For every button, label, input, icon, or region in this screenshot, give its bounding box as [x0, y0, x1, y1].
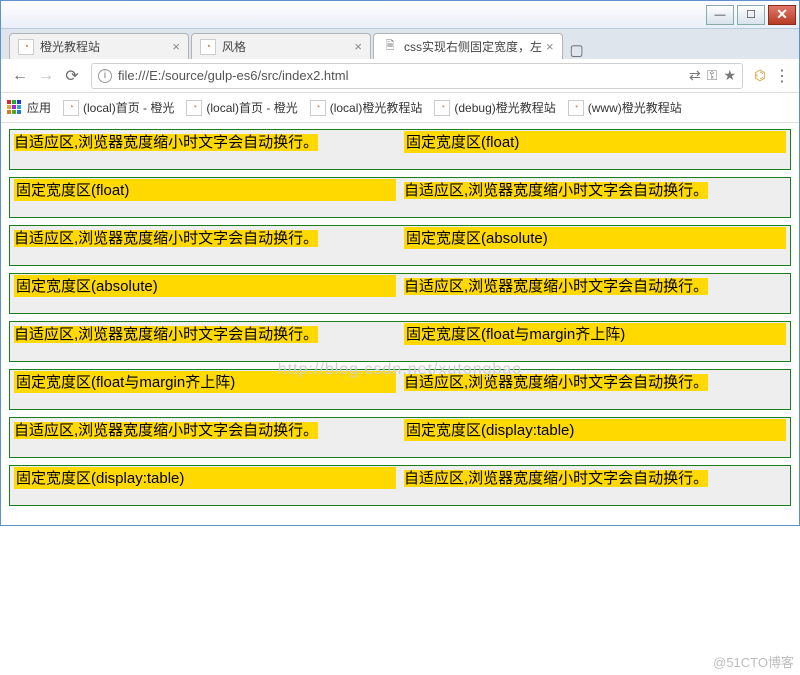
corner-watermark: @51CTO博客	[713, 652, 794, 671]
window-close-button[interactable]: ✕	[768, 5, 796, 25]
tab-close-icon[interactable]: ×	[354, 39, 362, 54]
layout-row: 自适应区,浏览器宽度缩小时文字会自动换行。 固定宽度区(float与margin…	[9, 321, 791, 362]
flex-area: 自适应区,浏览器宽度缩小时文字会自动换行。	[400, 370, 790, 409]
bookmark-label: (www)橙光教程站	[588, 99, 682, 116]
flex-area: 自适应区,浏览器宽度缩小时文字会自动换行。	[10, 418, 400, 457]
tab-0[interactable]: ◔ 橙光教程站 ×	[9, 33, 189, 59]
flex-text: 自适应区,浏览器宽度缩小时文字会自动换行。	[14, 230, 318, 247]
favicon-icon: ◔	[186, 100, 202, 116]
layout-row: 固定宽度区(float与margin齐上阵) 自适应区,浏览器宽度缩小时文字会自…	[9, 369, 791, 410]
flex-text: 自适应区,浏览器宽度缩小时文字会自动换行。	[14, 326, 318, 343]
translate-icon[interactable]: ⇄	[689, 67, 701, 84]
fixed-area: 固定宽度区(float与margin齐上阵)	[400, 322, 790, 361]
reload-button[interactable]: ⟳	[61, 65, 83, 87]
favicon-icon: ◔	[310, 100, 326, 116]
bookmark-label: (local)橙光教程站	[330, 99, 423, 116]
tab-1[interactable]: ◔ 风格 ×	[191, 33, 371, 59]
menu-button[interactable]: ⋮	[771, 66, 793, 86]
bookmark-item[interactable]: ◔(local)首页 - 橙光	[186, 99, 297, 116]
tab-strip: ◔ 橙光教程站 × ◔ 风格 × 🗎 css实现右侧固定宽度，左 × ▢	[1, 29, 799, 59]
fixed-area: 固定宽度区(float)	[10, 178, 400, 217]
tab-close-icon[interactable]: ×	[172, 39, 180, 54]
bookmark-item[interactable]: ◔(local)首页 - 橙光	[63, 99, 174, 116]
window-minimize-button[interactable]: —	[706, 5, 734, 25]
bookmark-item[interactable]: ◔(debug)橙光教程站	[434, 99, 555, 116]
layout-row: 固定宽度区(absolute) 自适应区,浏览器宽度缩小时文字会自动换行。	[9, 273, 791, 314]
layout-row: 自适应区,浏览器宽度缩小时文字会自动换行。 固定宽度区(absolute)	[9, 225, 791, 266]
window-titlebar: — ☐ ✕	[1, 1, 799, 29]
flex-area: 自适应区,浏览器宽度缩小时文字会自动换行。	[10, 130, 400, 169]
fixed-area: 固定宽度区(float)	[400, 130, 790, 169]
flex-area: 自适应区,浏览器宽度缩小时文字会自动换行。	[400, 274, 790, 313]
flex-area: 自适应区,浏览器宽度缩小时文字会自动换行。	[10, 226, 400, 265]
flex-area: 自适应区,浏览器宽度缩小时文字会自动换行。	[400, 178, 790, 217]
fixed-area: 固定宽度区(absolute)	[10, 274, 400, 313]
fixed-label: 固定宽度区(float与margin齐上阵)	[404, 323, 786, 345]
tab-title: 风格	[222, 38, 350, 55]
fixed-area: 固定宽度区(display:table)	[400, 418, 790, 457]
layout-row: 自适应区,浏览器宽度缩小时文字会自动换行。 固定宽度区(display:tabl…	[9, 417, 791, 458]
tab-close-icon[interactable]: ×	[546, 39, 554, 54]
flex-text: 自适应区,浏览器宽度缩小时文字会自动换行。	[404, 470, 708, 487]
fixed-label: 固定宽度区(absolute)	[14, 275, 396, 297]
favicon-icon: ◔	[200, 39, 216, 55]
fixed-label: 固定宽度区(display:table)	[14, 467, 396, 489]
fixed-area: 固定宽度区(display:table)	[10, 466, 400, 505]
favicon-icon: ◔	[568, 100, 584, 116]
flex-text: 自适应区,浏览器宽度缩小时文字会自动换行。	[14, 134, 318, 151]
browser-window: — ☐ ✕ ◔ 橙光教程站 × ◔ 风格 × 🗎 css实现右侧固定宽度，左 ×…	[0, 0, 800, 526]
fixed-label: 固定宽度区(absolute)	[404, 227, 786, 249]
window-maximize-button[interactable]: ☐	[737, 5, 765, 25]
fixed-label: 固定宽度区(float)	[14, 179, 396, 201]
favicon-icon: ◔	[63, 100, 79, 116]
fixed-area: 固定宽度区(absolute)	[400, 226, 790, 265]
tab-title: 橙光教程站	[40, 38, 168, 55]
flex-text: 自适应区,浏览器宽度缩小时文字会自动换行。	[14, 422, 318, 439]
toolbar: ← → ⟳ i file:///E:/source/gulp-es6/src/i…	[1, 59, 799, 93]
flex-text: 自适应区,浏览器宽度缩小时文字会自动换行。	[404, 182, 708, 199]
layout-row: 固定宽度区(float) 自适应区,浏览器宽度缩小时文字会自动换行。	[9, 177, 791, 218]
back-button[interactable]: ←	[9, 65, 31, 87]
flex-text: 自适应区,浏览器宽度缩小时文字会自动换行。	[404, 374, 708, 391]
url-text: file:///E:/source/gulp-es6/src/index2.ht…	[118, 68, 683, 83]
new-tab-button[interactable]: ▢	[565, 41, 589, 59]
page-content: http://blog.csdn.net/xutongbao 自适应区,浏览器宽…	[1, 123, 799, 525]
apps-icon[interactable]	[7, 100, 23, 116]
favicon-icon: ◔	[434, 100, 450, 116]
fixed-label: 固定宽度区(display:table)	[404, 419, 786, 441]
apps-label[interactable]: 应用	[27, 99, 51, 116]
bookmark-label: (local)首页 - 橙光	[83, 99, 174, 116]
tab-2-active[interactable]: 🗎 css实现右侧固定宽度，左 ×	[373, 33, 563, 59]
layout-row: 自适应区,浏览器宽度缩小时文字会自动换行。 固定宽度区(float)	[9, 129, 791, 170]
bookmark-bar: 应用 ◔(local)首页 - 橙光 ◔(local)首页 - 橙光 ◔(loc…	[1, 93, 799, 123]
flex-text: 自适应区,浏览器宽度缩小时文字会自动换行。	[404, 278, 708, 295]
layout-row: 固定宽度区(display:table) 自适应区,浏览器宽度缩小时文字会自动换…	[9, 465, 791, 506]
address-bar[interactable]: i file:///E:/source/gulp-es6/src/index2.…	[91, 63, 743, 89]
bookmark-label: (debug)橙光教程站	[454, 99, 555, 116]
fixed-label: 固定宽度区(float)	[404, 131, 786, 153]
bookmark-star-icon[interactable]: ★	[723, 67, 736, 84]
flex-area: 自适应区,浏览器宽度缩小时文字会自动换行。	[10, 322, 400, 361]
fixed-area: 固定宽度区(float与margin齐上阵)	[10, 370, 400, 409]
favicon-icon: ◔	[18, 39, 34, 55]
bookmark-item[interactable]: ◔(www)橙光教程站	[568, 99, 682, 116]
forward-button[interactable]: →	[35, 65, 57, 87]
site-info-icon[interactable]: i	[98, 69, 112, 83]
flex-area: 自适应区,浏览器宽度缩小时文字会自动换行。	[400, 466, 790, 505]
fixed-label: 固定宽度区(float与margin齐上阵)	[14, 371, 396, 393]
tab-title: css实现右侧固定宽度，左	[404, 38, 542, 55]
password-icon[interactable]: ⚿	[707, 67, 718, 84]
bookmark-label: (local)首页 - 橙光	[206, 99, 297, 116]
bookmark-item[interactable]: ◔(local)橙光教程站	[310, 99, 423, 116]
file-icon: 🗎	[382, 39, 398, 55]
extension-icon[interactable]: ⌬	[749, 67, 771, 84]
